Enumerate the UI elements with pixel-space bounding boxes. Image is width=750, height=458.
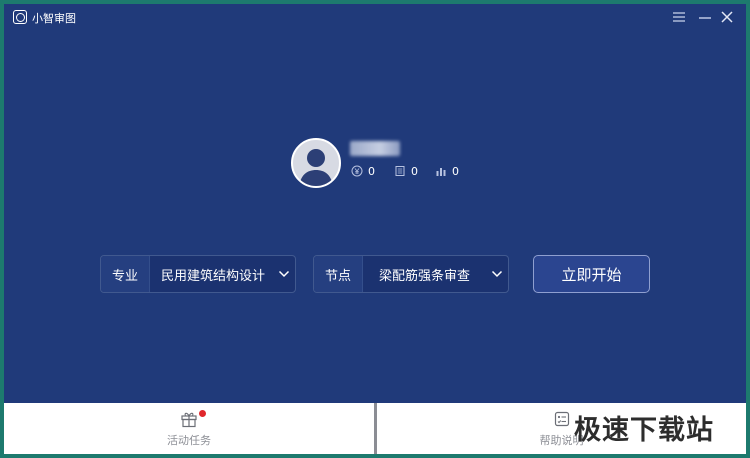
node-select-label: 节点 (314, 256, 363, 292)
start-button[interactable]: 立即开始 (533, 255, 650, 293)
major-select[interactable]: 专业 民用建筑结构设计 (100, 255, 296, 293)
help-doc-icon (554, 411, 569, 426)
gift-icon (181, 412, 197, 427)
app-logo-icon (13, 10, 27, 24)
watermark: 极速下载站 (574, 415, 714, 446)
coin-count: 0 (368, 164, 375, 178)
coin-icon (351, 165, 363, 177)
title-bar: 小智审图 (4, 4, 746, 30)
app-title: 小智审图 (32, 12, 76, 25)
user-silhouette-icon (299, 149, 333, 186)
chevron-down-icon (273, 256, 295, 292)
app-window: 小智审图 0 0 0 专业 民用建筑结构设计 节点 梁配筋强条审查 立即开始 活… (4, 4, 746, 454)
minimize-icon[interactable] (696, 8, 714, 26)
major-select-label: 专业 (101, 256, 150, 292)
chevron-down-icon (486, 256, 508, 292)
chart-stat: 0 (435, 164, 459, 178)
node-select[interactable]: 节点 梁配筋强条审查 (313, 255, 509, 293)
stat-count: 0 (452, 164, 459, 178)
bar-chart-icon (436, 168, 446, 176)
menu-icon[interactable] (670, 8, 688, 26)
doc-count: 0 (411, 164, 418, 178)
activity-task-button[interactable]: 活动任务 (4, 403, 374, 454)
major-select-value: 民用建筑结构设计 (161, 268, 266, 284)
username-redacted (350, 141, 400, 156)
doc-stat: 0 (394, 164, 418, 178)
coin-stat: 0 (351, 164, 375, 178)
node-select-value: 梁配筋强条审查 (379, 268, 471, 284)
avatar[interactable] (291, 138, 341, 188)
notification-dot (199, 410, 206, 417)
document-icon (395, 166, 405, 176)
activity-task-label: 活动任务 (167, 433, 211, 447)
close-icon[interactable] (718, 8, 736, 26)
